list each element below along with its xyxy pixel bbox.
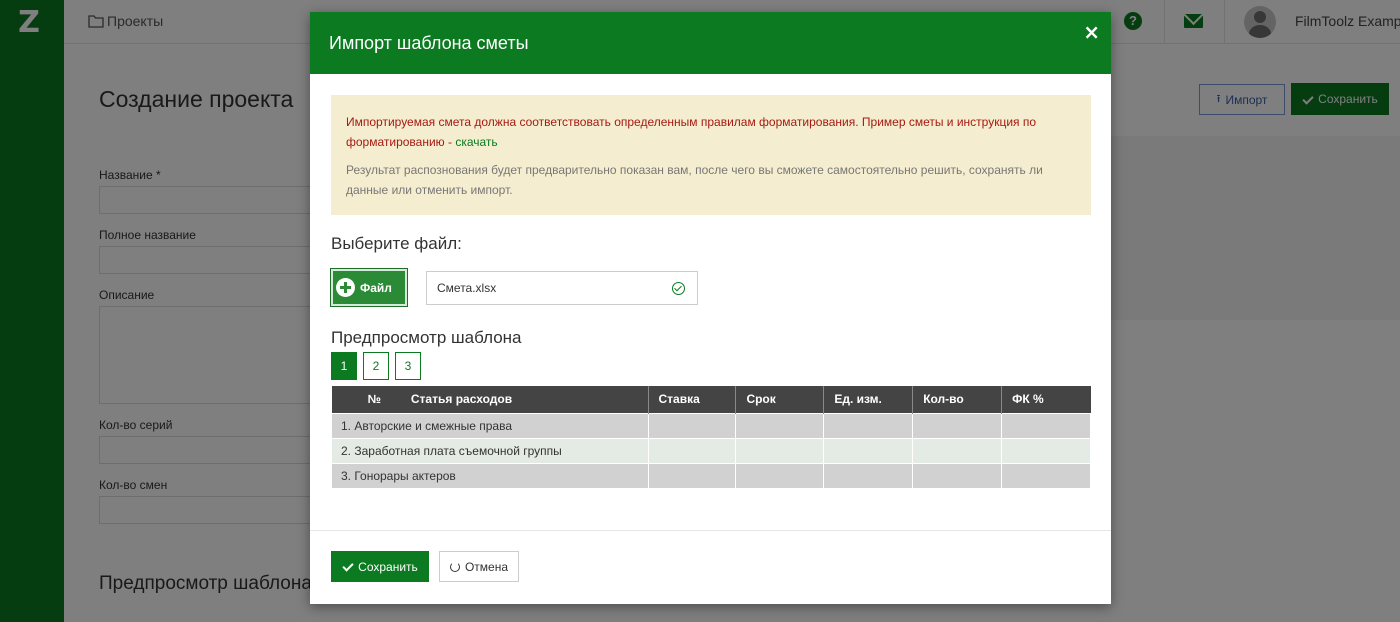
col-header-rate: Ставка [648,386,737,413]
save-button[interactable]: Сохранить [331,551,429,582]
table-header-row: № Статья расходов Ставка Срок Ед. изм. Ко… [331,386,1091,413]
alert-note: Результат распознования будет предварите… [346,163,1043,197]
file-button-label: Файл [360,280,392,295]
page-3-button[interactable]: 3 [395,352,421,380]
col-header-fk: ФК % [1001,386,1091,413]
table-cell: 3. Гонорары актеров [331,462,649,489]
table-cell [912,437,1003,464]
preview-title: Предпросмотр шаблона [331,328,522,347]
undo-icon [449,561,460,572]
check-circle-icon [672,282,685,295]
table-cell [735,437,825,464]
plus-icon [336,278,355,297]
table-cell [823,437,914,464]
modal-title: Импорт шаблона сметы [329,33,529,53]
table-cell: 1. Авторские и смежные права [331,412,649,439]
table-cell [735,412,825,439]
table-cell [1001,462,1091,489]
col-header-expense: Статья расходов [410,392,513,407]
table-cell [1001,412,1091,439]
table-cell: 2. Заработная плата съемочной группы [331,437,649,464]
table-cell [735,462,825,489]
close-icon[interactable]: × [1083,20,1100,44]
import-modal: Импорт шаблона сметы × Импортируемая сме… [310,12,1111,604]
file-name: Смета.xlsx [437,281,497,295]
page-1-button[interactable]: 1 [331,352,357,380]
col-header-item: № Статья расходов [331,386,649,413]
info-alert: Импортируемая смета должна соответствова… [331,95,1091,215]
table-cell [823,412,914,439]
check-icon [342,562,353,571]
footer-divider [310,530,1111,531]
col-header-unit: Ед. изм. [823,386,914,413]
table-cell [912,462,1003,489]
choose-file-label: Выберите файл: [331,234,462,253]
preview-table: № Статья расходов Ставка Срок Ед. изм. Ко… [331,386,1091,489]
table-cell [647,412,737,439]
download-link[interactable]: скачать [455,135,497,149]
save-button-label: Сохранить [358,559,418,574]
pagination: 1 2 3 [331,352,421,380]
table-cell [1001,437,1091,464]
table-cell [912,412,1003,439]
table-row: 2. Заработная плата съемочной группы [331,437,1091,464]
file-button[interactable]: Файл [330,268,408,307]
page-2-button[interactable]: 2 [363,352,389,380]
col-header-qty: Кол-во [912,386,1003,413]
table-row: 1. Авторские и смежные права [331,412,1091,439]
col-header-number: № [367,392,381,407]
table-row: 3. Гонорары актеров [331,462,1091,489]
table-cell [823,462,914,489]
alert-warning: Импортируемая смета должна соответствова… [346,112,1076,152]
alert-warning-text: Импортируемая смета должна соответствова… [346,115,1037,149]
file-name-field[interactable]: Смета.xlsx [426,271,698,305]
cancel-button[interactable]: Отмена [439,551,519,582]
table-cell [647,462,737,489]
modal-header: Импорт шаблона сметы × [310,12,1111,74]
col-header-term: Срок [735,386,825,413]
cancel-button-label: Отмена [464,559,509,574]
table-cell [647,437,737,464]
